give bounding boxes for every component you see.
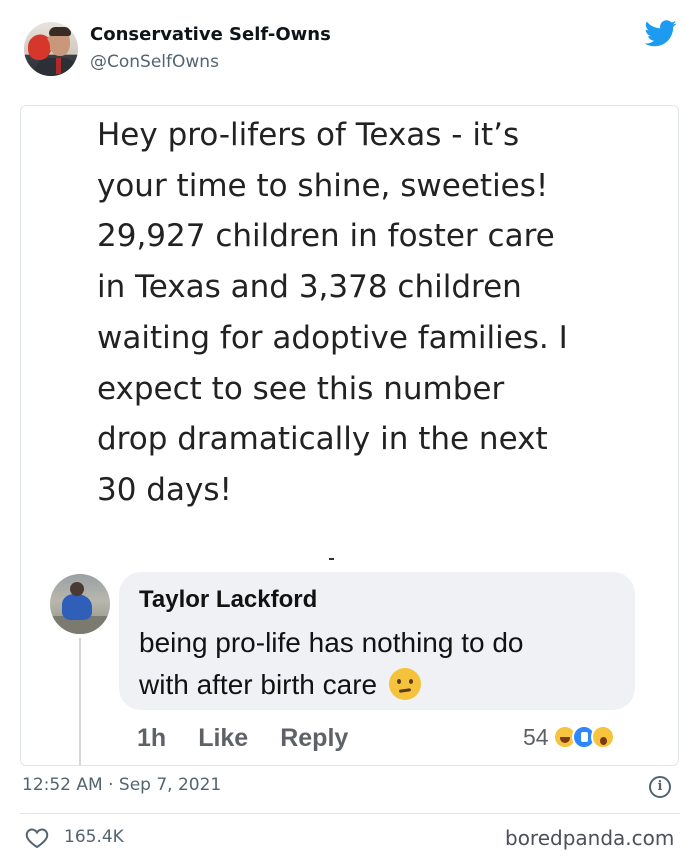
- watermark: boredpanda.com: [505, 826, 675, 850]
- post-line: in Texas and 3,378 children: [97, 269, 522, 306]
- comment-line: with after birth care: [139, 664, 609, 706]
- display-name[interactable]: Conservative Self-Owns: [90, 24, 331, 45]
- post-text: Hey pro-lifers of Texas - it’s your time…: [97, 110, 657, 516]
- tweet-header: Conservative Self-Owns @ConSelfOwns: [0, 0, 700, 100]
- post-line: waiting for adoptive families. I: [97, 319, 568, 356]
- user-handle[interactable]: @ConSelfOwns: [90, 52, 219, 72]
- embedded-screenshot: Hey pro-lifers of Texas - it’s your time…: [20, 105, 679, 766]
- comment-bubble: Taylor Lackford being pro-life has nothi…: [119, 572, 635, 710]
- tweet-timestamp[interactable]: 12:52 AM · Sep 7, 2021: [22, 775, 221, 795]
- twitter-bird-icon[interactable]: [645, 20, 677, 47]
- thread-line: [79, 638, 81, 765]
- profile-avatar[interactable]: [24, 22, 78, 76]
- comment-like-button[interactable]: Like: [198, 724, 248, 753]
- heart-icon[interactable]: [25, 827, 49, 849]
- comment-age: 1h: [137, 723, 167, 752]
- reaction-summary[interactable]: 54: [523, 720, 615, 754]
- divider: [20, 813, 680, 814]
- post-line: your time to shine, sweeties!: [97, 167, 549, 204]
- post-line: 30 days!: [97, 471, 232, 508]
- like-count[interactable]: 165.4K: [64, 827, 124, 847]
- comment-line: being pro-life has nothing to do: [139, 627, 524, 658]
- raised-eyebrow-face-icon: [388, 668, 421, 700]
- comment-text: being pro-life has nothing to do with af…: [139, 622, 609, 706]
- commenter-avatar[interactable]: [50, 574, 110, 634]
- commenter-name[interactable]: Taylor Lackford: [139, 586, 317, 614]
- divider-mark: [329, 558, 334, 560]
- post-line: expect to see this number: [97, 370, 505, 407]
- wow-reaction-icon: [590, 725, 615, 749]
- post-line: 29,927 children in foster care: [97, 218, 555, 255]
- post-line: Hey pro-lifers of Texas - it’s: [97, 117, 520, 153]
- reaction-count: 54: [523, 723, 549, 750]
- info-icon[interactable]: i: [649, 776, 671, 798]
- comment-reply-button[interactable]: Reply: [280, 724, 348, 753]
- post-line: drop dramatically in the next: [97, 421, 548, 458]
- comment-actions: 1h Like Reply: [137, 718, 348, 758]
